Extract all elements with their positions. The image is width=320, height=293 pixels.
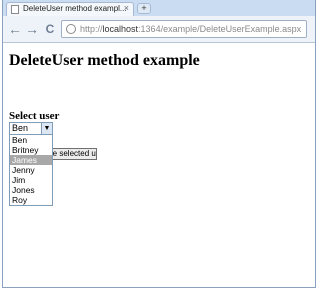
user-option-highlighted[interactable]: James [10,155,52,165]
tab-title: DeleteUser method exampl... [23,4,127,13]
tab-strip: DeleteUser method exampl... × + [3,0,315,16]
back-arrow-icon[interactable]: ← [7,21,23,37]
user-option[interactable]: Ben [10,135,52,145]
close-icon[interactable]: × [124,3,129,13]
chevron-down-icon[interactable]: ▼ [41,123,52,134]
browser-window: DeleteUser method exampl... × + ← → C ht… [2,0,316,288]
address-bar[interactable]: http://localhost:1364/example/DeleteUser… [61,20,307,38]
page-icon [11,5,19,14]
page-title: DeleteUser method example [9,52,200,69]
browser-tab[interactable]: DeleteUser method exampl... × [6,2,134,16]
select-user-label: Select user [9,110,60,122]
forward-arrow-icon[interactable]: → [24,21,40,37]
selected-user-value: Ben [12,123,29,133]
new-tab-button[interactable]: + [137,3,151,14]
user-option[interactable]: Jenny [10,165,52,175]
reload-icon[interactable]: C [42,21,58,37]
url-text: http://localhost:1364/example/DeleteUser… [80,24,302,34]
browser-toolbar: ← → C http://localhost:1364/example/Dele… [3,16,315,43]
globe-icon [66,24,76,34]
user-option[interactable]: Jones [10,185,52,195]
user-dropdown-list: Ben Britney James Jenny Jim Jones Roy [9,134,53,206]
user-option[interactable]: Jim [10,175,52,185]
user-option[interactable]: Britney [10,145,52,155]
user-option[interactable]: Roy [10,195,52,205]
page-content: DeleteUser method example Select user Be… [7,44,315,284]
